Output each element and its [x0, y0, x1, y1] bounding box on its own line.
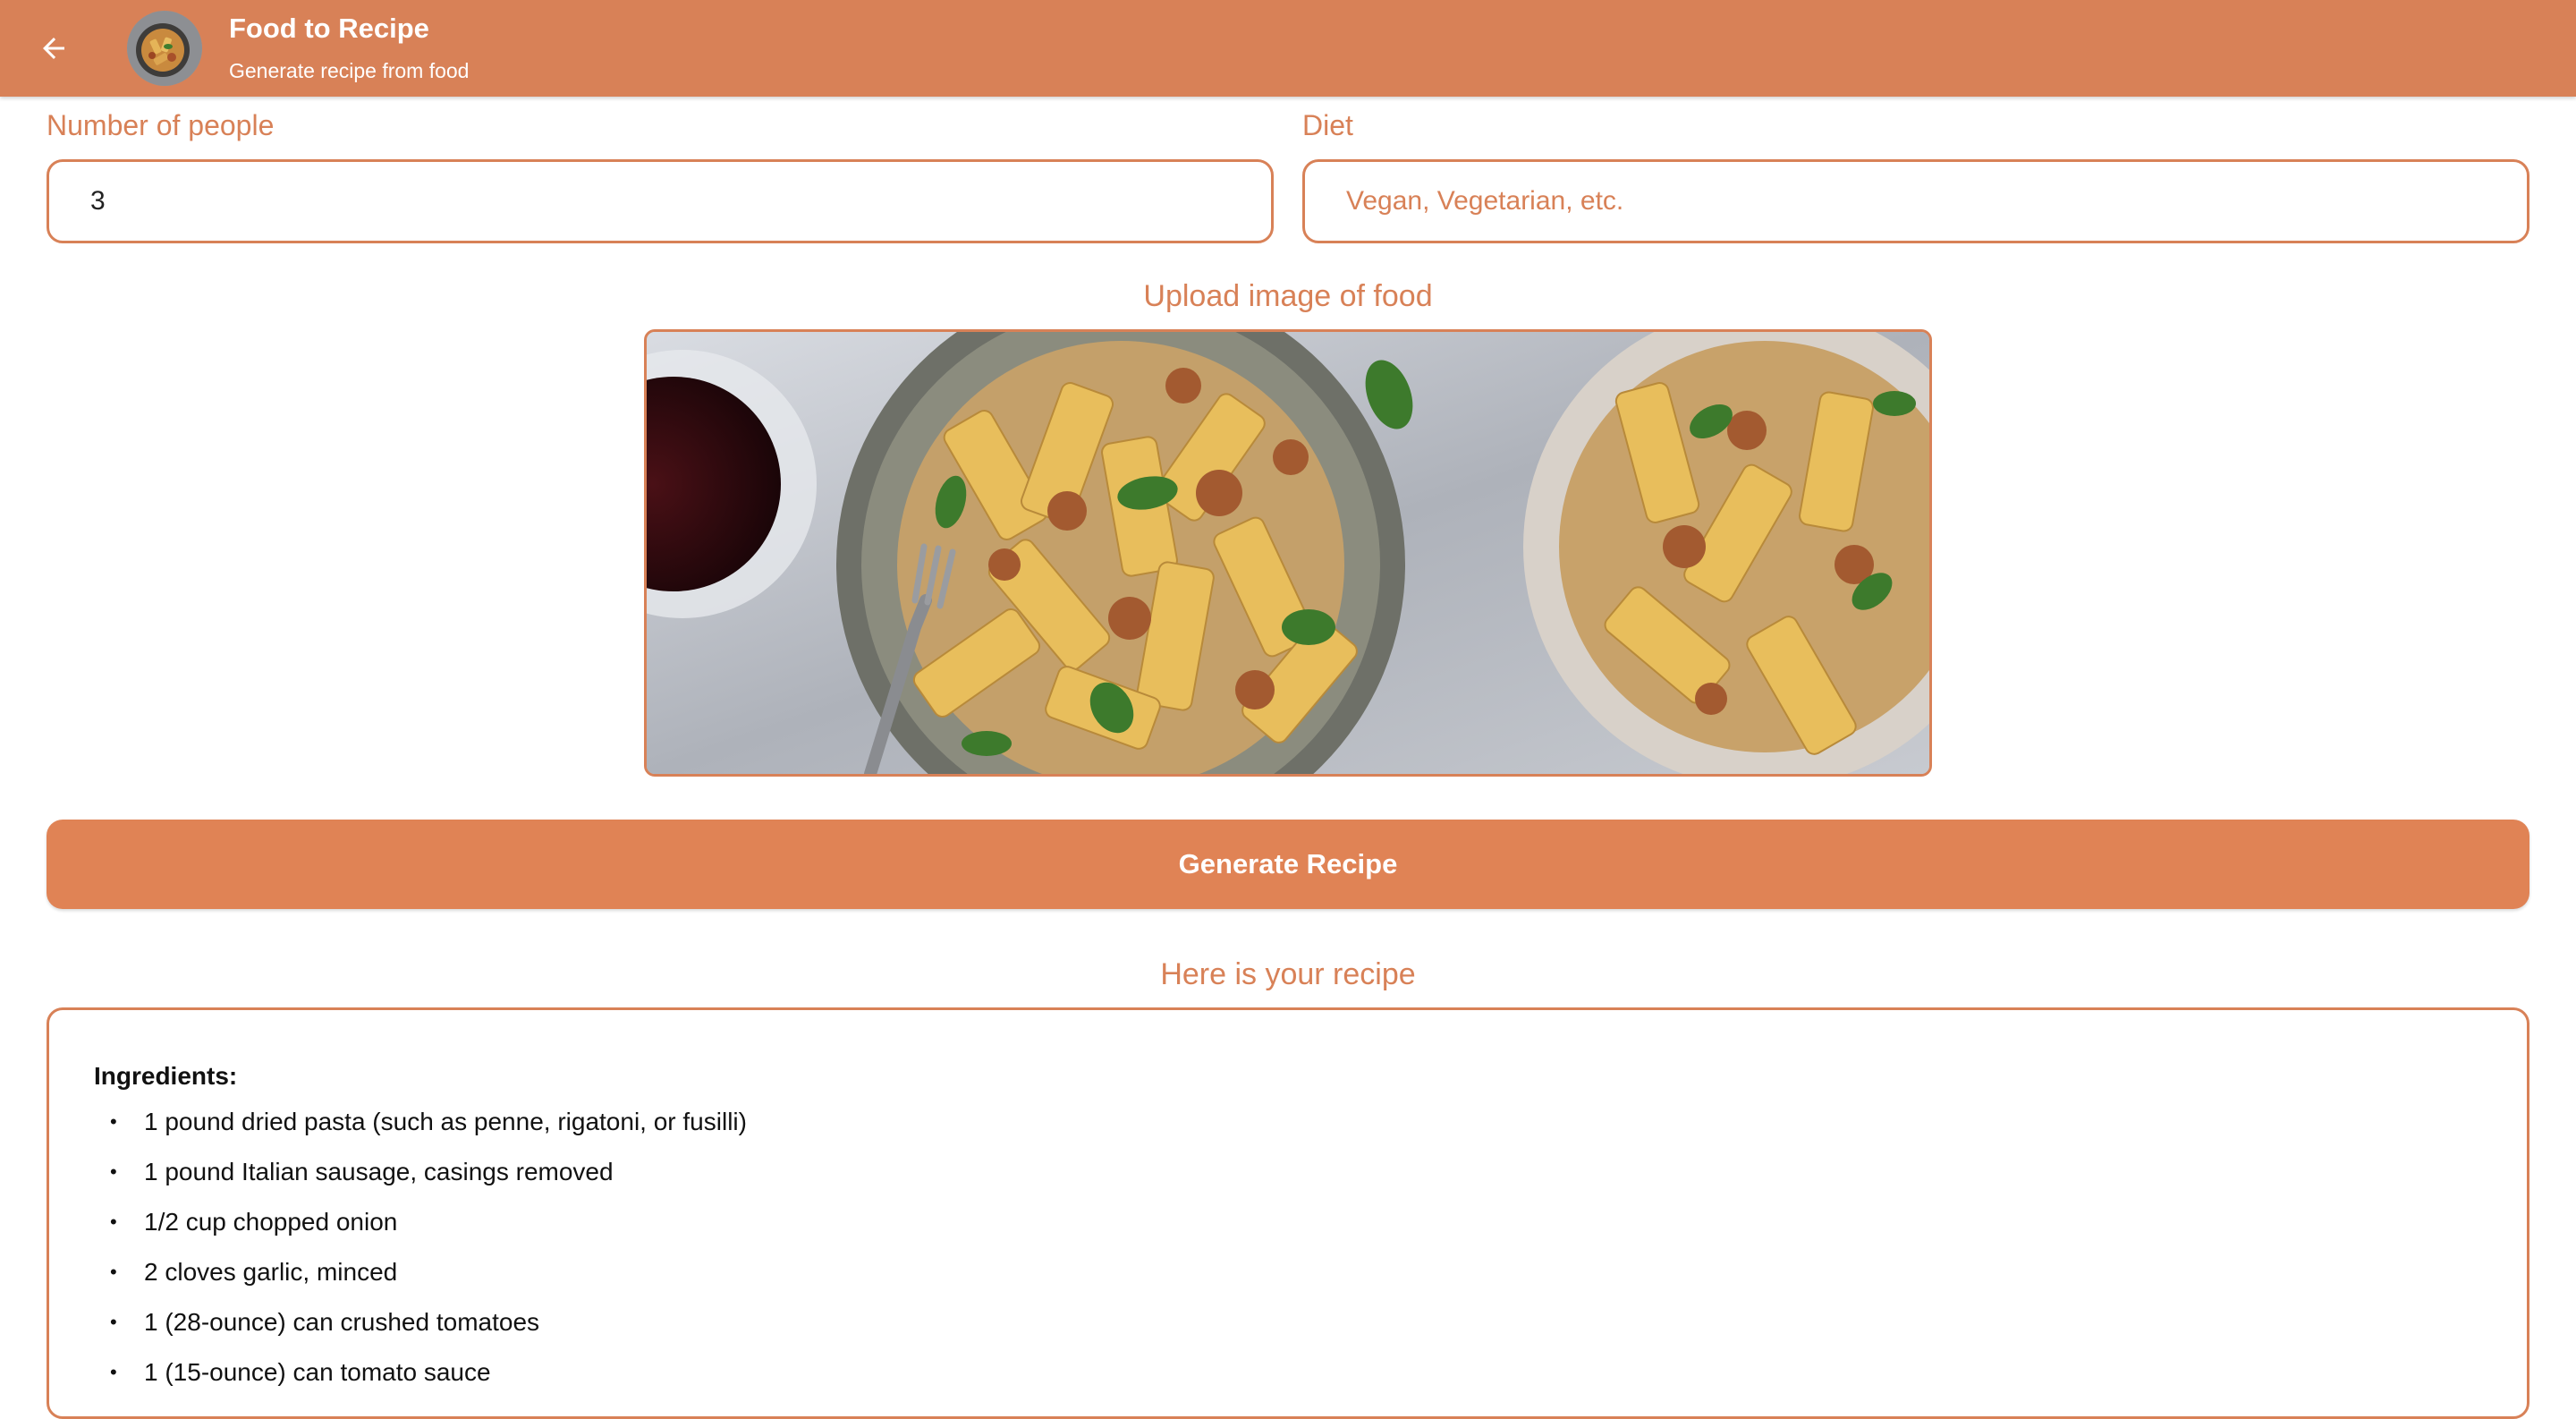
ingredient-text: 1 (28-ounce) can crushed tomatoes: [144, 1308, 540, 1336]
upload-label: Upload image of food: [1143, 279, 1433, 313]
recipe-section-title: Here is your recipe: [1160, 957, 1416, 991]
arrow-left-icon: [43, 38, 64, 59]
ingredient-text: 1 pound Italian sausage, casings removed: [144, 1158, 614, 1185]
ingredients-heading: Ingredients:: [94, 1062, 238, 1090]
app-subtitle: Generate recipe from food: [229, 59, 470, 82]
food-image-upload[interactable]: [644, 329, 1932, 777]
diet-label: Diet: [1302, 109, 1353, 141]
food-image: [647, 332, 1929, 774]
list-item: • 1 (28-ounce) can crushed tomatoes: [110, 1308, 540, 1336]
ingredients-list: • 1 pound dried pasta (such as penne, rig…: [94, 1105, 747, 1406]
diet-input[interactable]: [1302, 159, 2529, 243]
list-item: • 1 pound dried pasta (such as penne, rig…: [110, 1108, 747, 1135]
ingredient-text: 1 (15-ounce) can tomato sauce: [144, 1358, 491, 1386]
ingredient-text: 1/2 cup chopped onion: [144, 1208, 398, 1236]
list-item: • 2 cloves garlic, minced: [110, 1258, 398, 1286]
list-item: • 1/2 cup chopped onion: [110, 1208, 398, 1236]
list-item: • 1 pound Italian sausage, casings remove…: [110, 1158, 614, 1185]
app-title: Food to Recipe: [229, 13, 429, 44]
generate-recipe-button[interactable]: Generate Recipe: [47, 820, 2529, 909]
app-logo: [127, 11, 202, 86]
ingredient-text: 1 pound dried pasta (such as penne, riga…: [144, 1108, 747, 1135]
people-label: Number of people: [47, 109, 275, 141]
back-button[interactable]: [27, 21, 80, 75]
ingredient-text: 2 cloves garlic, minced: [144, 1258, 398, 1286]
app-bar: Food to Recipe Generate recipe from food: [0, 0, 2576, 97]
recipe-output: Ingredients: • 1 pound dried pasta (such …: [47, 1007, 2529, 1419]
list-item: • 1 (15-ounce) can tomato sauce: [110, 1358, 491, 1386]
people-input[interactable]: [47, 159, 1274, 243]
